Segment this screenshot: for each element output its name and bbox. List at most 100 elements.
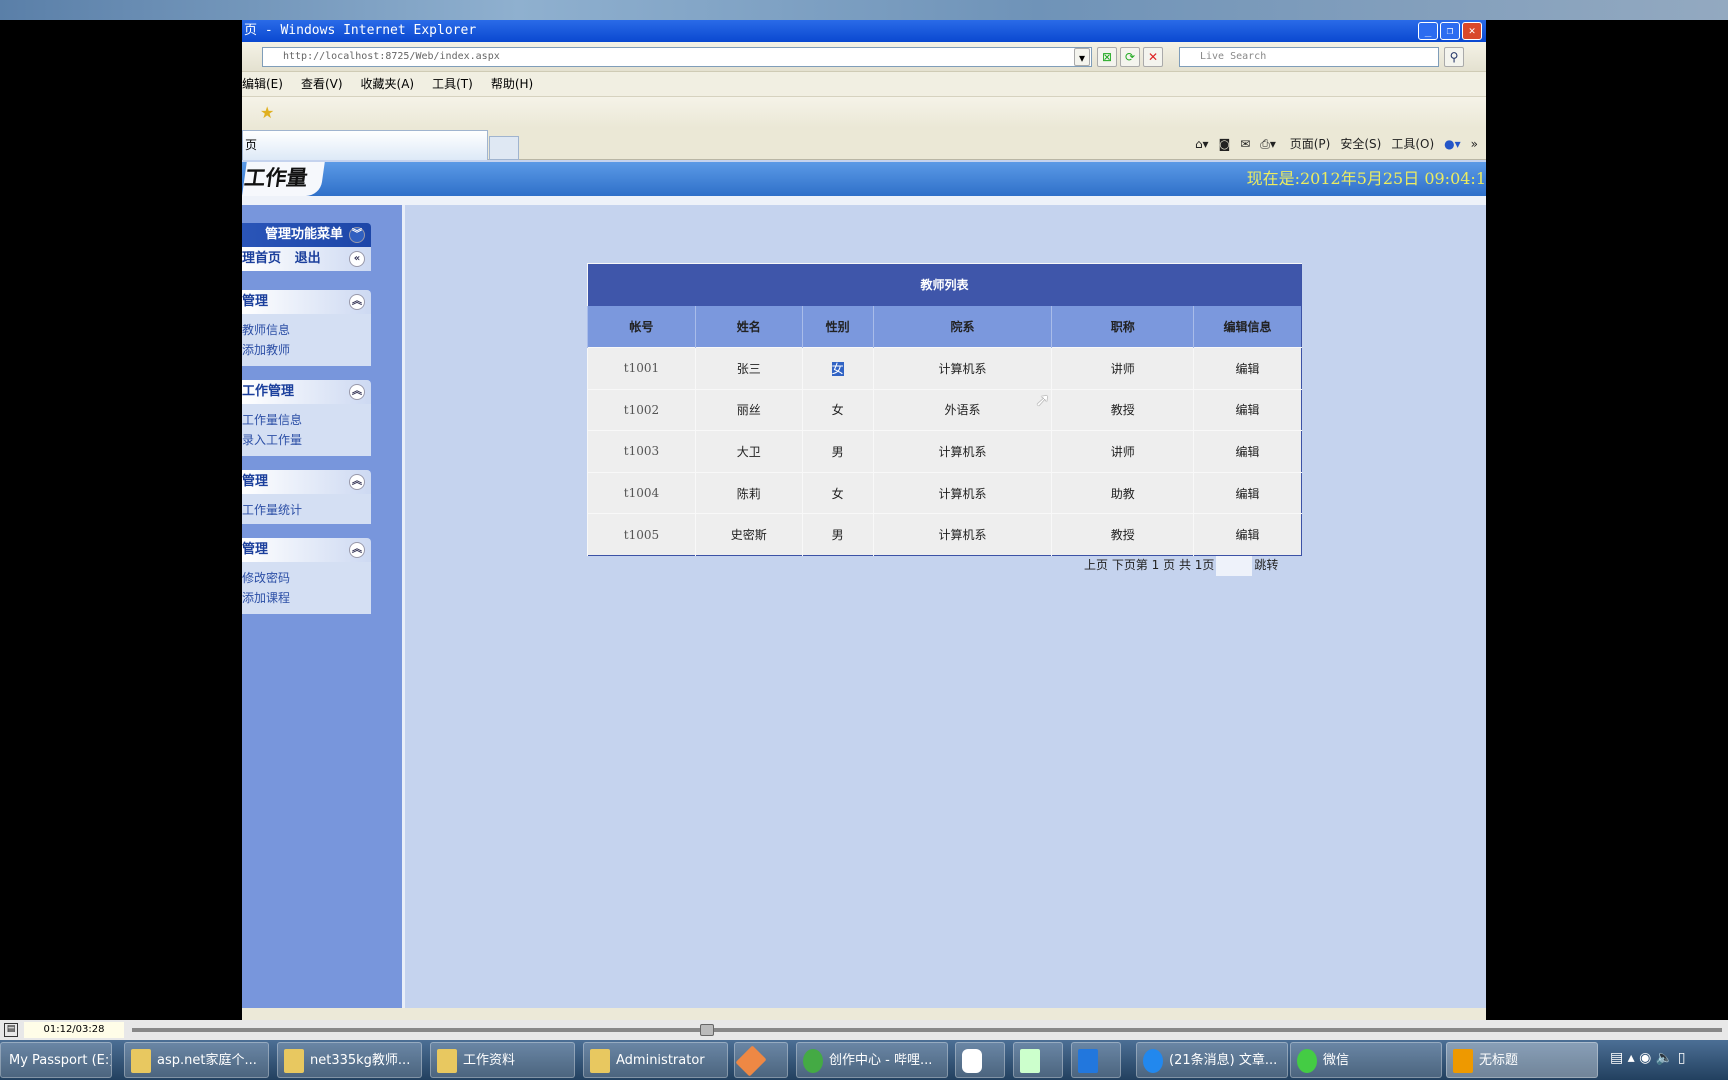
command-bar: ⌂▾ ◙ ✉ ⎙▾ 页面(P) 安全(S) 工具(O) ●▾ » [1185, 128, 1478, 160]
cell-account: t1004 [587, 471, 696, 514]
link-change-password[interactable]: 修改密码 [242, 568, 371, 588]
compat-icon[interactable]: ⊠ [1097, 47, 1117, 67]
window-title: 页 - Windows Internet Explorer [244, 23, 477, 38]
tab-current[interactable]: 页 [242, 130, 488, 160]
taskbar-item[interactable]: (21条消息) 文章... [1136, 1042, 1288, 1078]
cell-name: 陈莉 [694, 471, 803, 514]
cell-account: t1002 [587, 388, 696, 431]
safety-menu[interactable]: 安全(S) [1340, 137, 1381, 151]
player-icon [1453, 1049, 1473, 1073]
page-header: 工作量 现在是:2012年5月25日 09:04:1 [242, 162, 1486, 196]
panel-header-stats[interactable]: 管理 ︽ [242, 470, 371, 494]
address-bar: http://localhost:8725/Web/index.aspx ▾ ⊠… [242, 42, 1486, 72]
search-icon[interactable]: ⚲ [1444, 47, 1464, 67]
browser-icon [1143, 1049, 1163, 1073]
mouse-cursor-icon: ➚ [1035, 390, 1051, 411]
cell-gender: 男 [801, 513, 874, 556]
chevron-down-icon[interactable]: ︾ [349, 227, 365, 243]
web-page: 工作量 现在是:2012年5月25日 09:04:1 管理功能菜单 ︾ 理首页 退… [242, 160, 1486, 1028]
taskbar-item[interactable]: 微信 [1290, 1042, 1442, 1078]
cell-account: t1001 [587, 347, 696, 390]
logout-link[interactable]: 退出 [295, 251, 321, 266]
col-department: 院系 [872, 305, 1052, 348]
player-menu-icon[interactable]: ▤ [4, 1023, 18, 1037]
minimize-button[interactable]: _ [1418, 22, 1438, 40]
taskbar-item[interactable]: 创作中心 - 哔哩... [796, 1042, 948, 1078]
edit-link[interactable]: 编辑 [1193, 347, 1302, 390]
menu-tools[interactable]: 工具(T) [432, 77, 473, 91]
player-time: 01:12/03:28 [24, 1022, 124, 1038]
next-page-link[interactable]: 下页 [1112, 558, 1136, 572]
link-work-stats[interactable]: 工作量统计 [242, 500, 371, 520]
taskbar-item[interactable]: asp.net家庭个... [124, 1042, 269, 1078]
taskbar-item[interactable]: My Passport (E:) [0, 1042, 112, 1078]
favorites-bar: ★ [242, 97, 1486, 128]
notepad-icon[interactable] [1013, 1042, 1063, 1078]
search-input[interactable]: Live Search [1179, 47, 1439, 67]
menu-favorites[interactable]: 收藏夹(A) [361, 77, 415, 91]
feeds-icon[interactable]: ◙ [1219, 137, 1231, 151]
taskbar-item[interactable]: net335kg教师... [277, 1042, 422, 1078]
link-add-teacher[interactable]: 添加教师 [242, 340, 371, 360]
cell-account: t1005 [587, 513, 696, 556]
help-icon[interactable]: ●▾ [1444, 137, 1461, 151]
link-enter-work[interactable]: 录入工作量 [242, 430, 371, 450]
taskbar-item[interactable]: Administrator [583, 1042, 728, 1078]
stop-icon[interactable]: ✕ [1143, 47, 1163, 67]
menu-help[interactable]: 帮助(H) [491, 77, 533, 91]
prev-page-link[interactable]: 上页 [1084, 558, 1108, 572]
home-icon[interactable]: ⌂▾ [1195, 137, 1209, 151]
folder-icon [131, 1049, 151, 1073]
ie-window: 页 - Windows Internet Explorer _ ❐ ✕ http… [242, 20, 1486, 1028]
dropdown-icon[interactable]: ▾ [1074, 48, 1090, 66]
chevron-up-icon[interactable]: ︽ [349, 294, 365, 310]
table-row: t1004 陈莉女计算机系 助教 编辑 [587, 471, 1302, 514]
chevron-up-icon[interactable]: ︽ [349, 384, 365, 400]
favorites-star-icon[interactable]: ★ [260, 103, 274, 122]
edit-link[interactable]: 编辑 [1193, 471, 1302, 514]
edit-link[interactable]: 编辑 [1193, 388, 1302, 431]
page-number-input[interactable] [1216, 555, 1253, 576]
refresh-icon[interactable]: ⟳ [1120, 47, 1140, 67]
close-button[interactable]: ✕ [1462, 22, 1482, 40]
collapse-left-icon[interactable]: « [349, 251, 365, 267]
go-button[interactable]: 跳转 [1254, 558, 1278, 572]
new-tab-button[interactable] [489, 136, 519, 160]
cell-department: 计算机系 [872, 347, 1052, 390]
link-work-info[interactable]: 工作量信息 [242, 410, 371, 430]
restore-button[interactable]: ❐ [1440, 22, 1460, 40]
chevron-up-icon[interactable]: ︽ [349, 474, 365, 490]
app-icon[interactable] [955, 1042, 1005, 1078]
app-icon[interactable] [734, 1042, 788, 1078]
seek-track[interactable] [132, 1028, 1722, 1032]
panel-header-system[interactable]: 管理 ︽ [242, 538, 371, 562]
panel-header-work[interactable]: 工作管理 ︽ [242, 380, 371, 404]
menu-view[interactable]: 查看(V) [301, 77, 343, 91]
video-player-bar: ▤ 01:12/03:28 [0, 1020, 1728, 1040]
panel-header-teacher[interactable]: 管理 ︽ [242, 290, 371, 314]
chevron-up-icon[interactable]: ︽ [349, 542, 365, 558]
taskbar-item[interactable]: 工作资料 [430, 1042, 575, 1078]
url-input[interactable]: http://localhost:8725/Web/index.aspx [262, 47, 1092, 67]
edit-link[interactable]: 编辑 [1193, 513, 1302, 556]
seek-handle[interactable] [700, 1024, 714, 1036]
edit-link[interactable]: 编辑 [1193, 430, 1302, 473]
cell-gender: 男 [801, 430, 874, 473]
table-header: 帐号 姓名 性别 院系 职称 编辑信息 [587, 305, 1302, 348]
home-link[interactable]: 理首页 [242, 251, 281, 266]
mail-icon[interactable]: ✉ [1240, 137, 1250, 151]
link-add-course[interactable]: 添加课程 [242, 588, 371, 608]
taskbar-item[interactable]: 无标题 [1446, 1042, 1598, 1078]
chevron-right-icon[interactable]: » [1471, 137, 1478, 151]
link-teacher-info[interactable]: 教师信息 [242, 320, 371, 340]
app-icon[interactable] [1071, 1042, 1121, 1078]
system-tray[interactable]: ▤ ▴ ◉ 🔈 ▯ [1610, 1050, 1685, 1066]
print-icon[interactable]: ⎙▾ [1260, 137, 1276, 151]
menu-edit[interactable]: 编辑(E) [242, 77, 283, 91]
cell-department: 计算机系 [872, 471, 1052, 514]
cell-title: 讲师 [1051, 430, 1194, 473]
col-gender: 性别 [801, 305, 874, 348]
page-menu[interactable]: 页面(P) [1290, 137, 1331, 151]
tools-menu[interactable]: 工具(O) [1391, 137, 1434, 151]
cell-name: 丽丝 [694, 388, 803, 431]
